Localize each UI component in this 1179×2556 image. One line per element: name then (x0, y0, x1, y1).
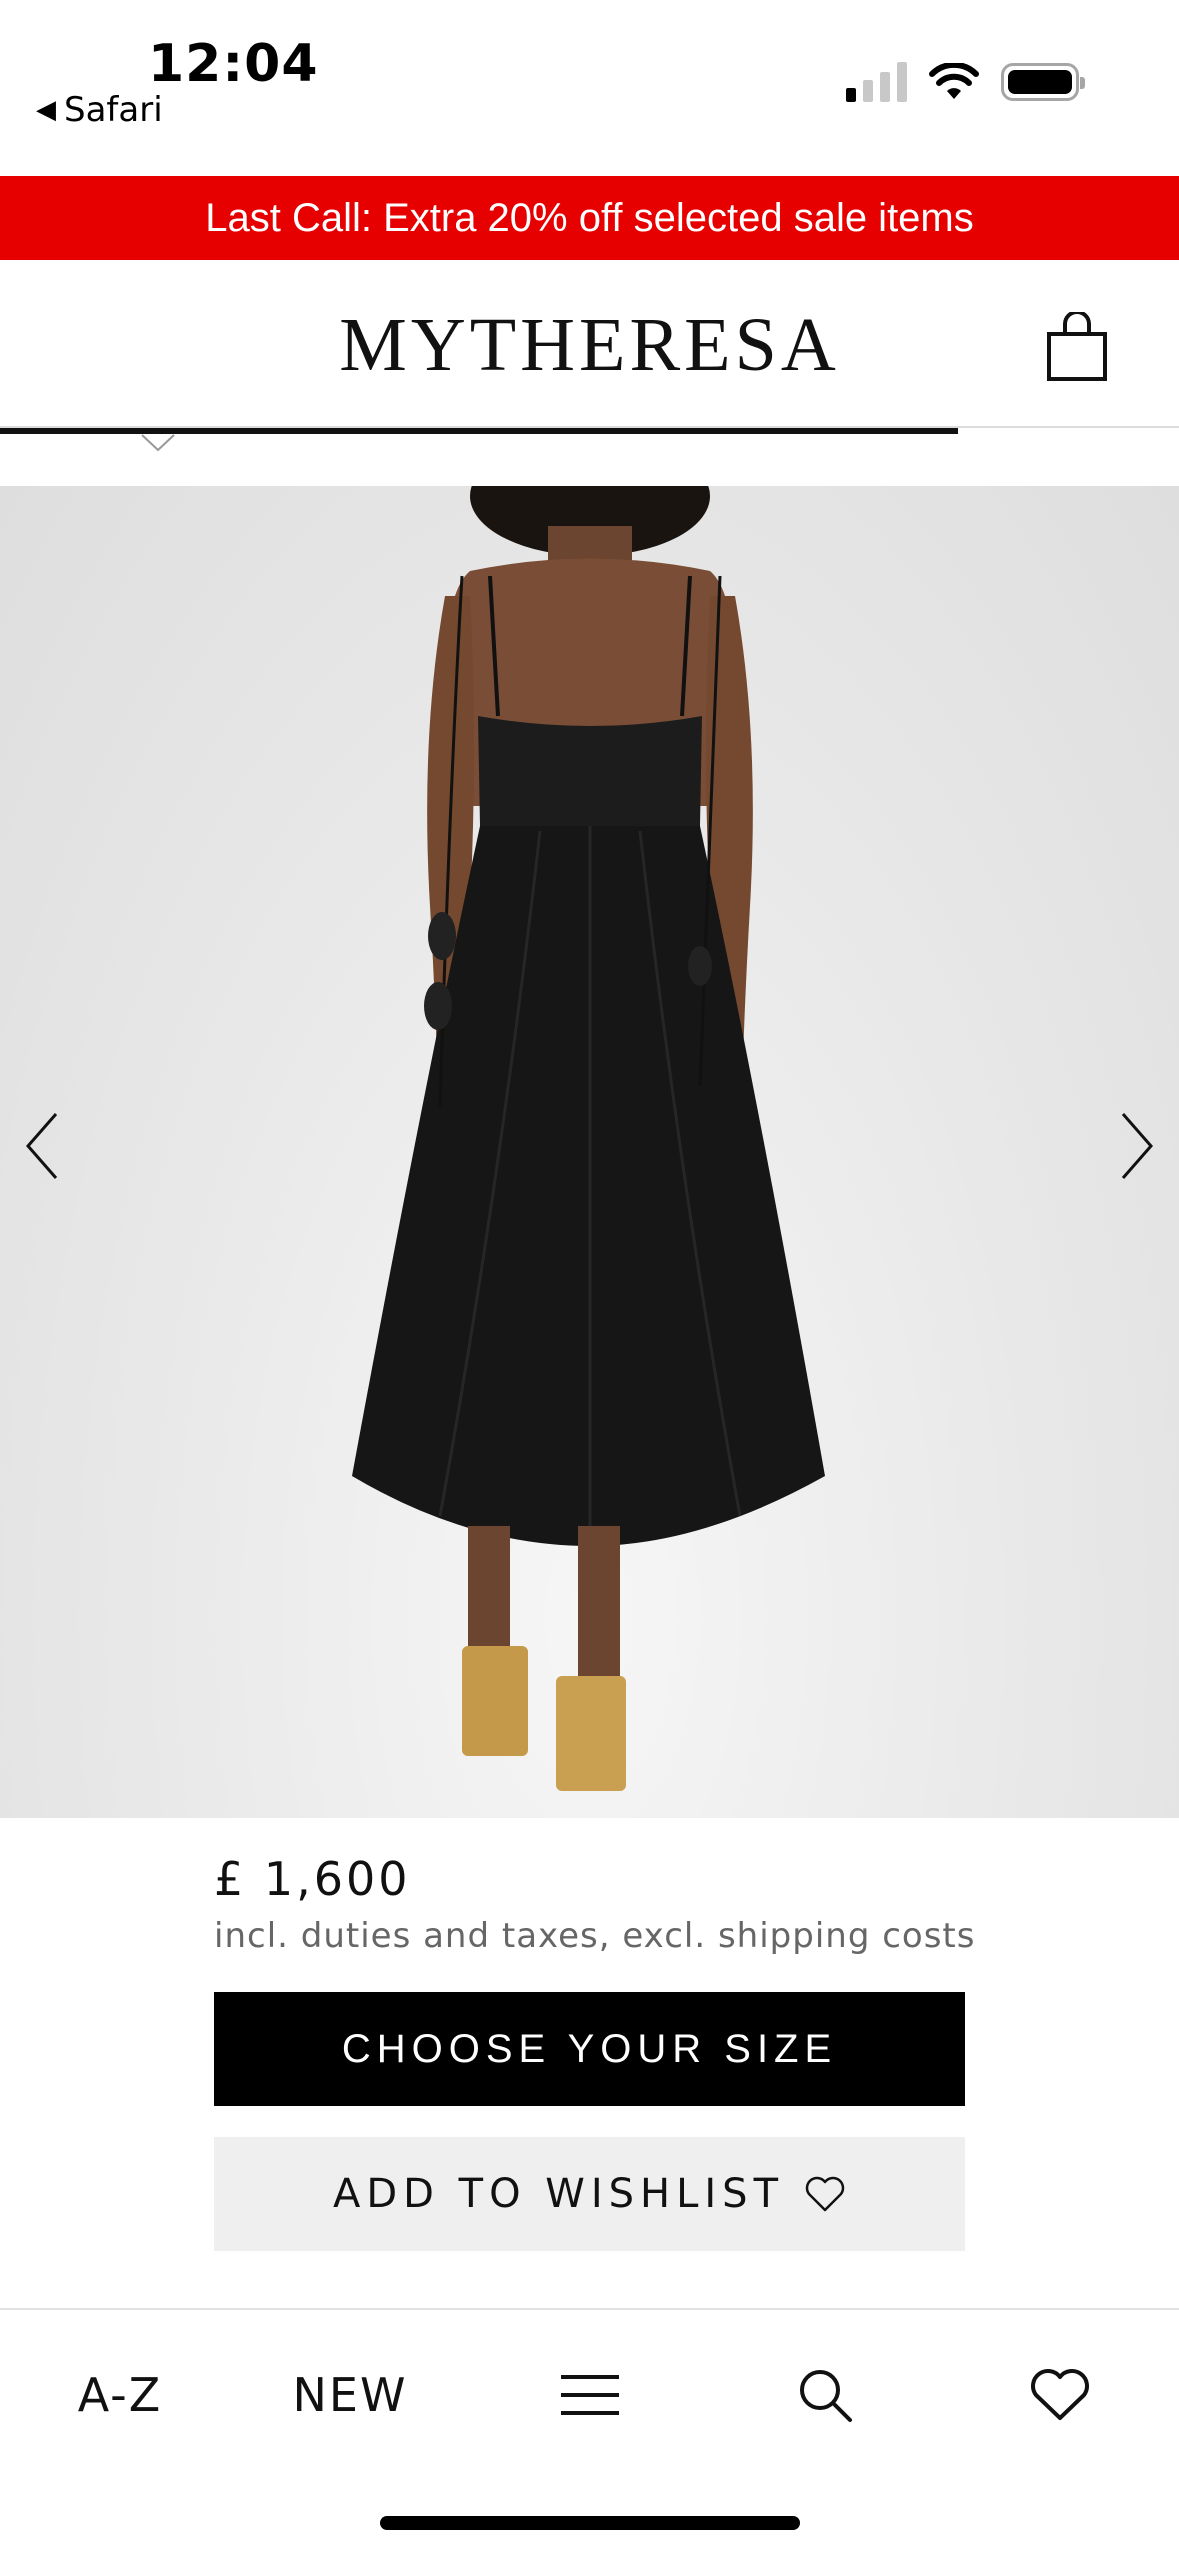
home-indicator[interactable] (380, 2516, 800, 2530)
product-image[interactable] (0, 486, 1179, 1818)
nav-menu[interactable] (550, 2350, 630, 2440)
menu-icon (561, 2375, 619, 2415)
search-icon (800, 2370, 852, 2422)
nav-wishlist[interactable] (1020, 2350, 1100, 2440)
promo-banner[interactable]: Last Call: Extra 20% off selected sale i… (0, 176, 1179, 260)
price-note: incl. duties and taxes, excl. shipping c… (214, 1916, 976, 1956)
chevron-left-icon[interactable] (16, 1106, 76, 1186)
dress-model-photo (352, 486, 825, 1791)
mytheresa-logo[interactable]: MYTHERESA (0, 302, 1179, 389)
product-price: £ 1,600 (214, 1852, 411, 1906)
status-time: 12:04 (148, 34, 319, 94)
shopping-bag-icon[interactable] (1046, 312, 1108, 382)
nav-new-label: NEW (292, 2368, 408, 2422)
wishlist-icon (1031, 2369, 1089, 2420)
back-triangle-icon: ◀ (36, 95, 56, 125)
chevron-right-icon[interactable] (1103, 1106, 1163, 1186)
caret-down-icon (141, 434, 175, 452)
nav-a-z[interactable]: A-Z (70, 2350, 170, 2440)
choose-size-button[interactable]: CHOOSE YOUR SIZE (214, 1992, 965, 2106)
wishlist-button-label: ADD TO WISHLIST (332, 2171, 785, 2217)
back-to-safari[interactable]: ◀ Safari (36, 90, 163, 130)
battery-icon (1001, 63, 1085, 101)
status-icons (846, 62, 1085, 102)
back-app-label: Safari (64, 90, 163, 130)
site-header: MYTHERESA (0, 260, 1179, 428)
status-bar: 12:04 ◀ Safari (0, 0, 1179, 176)
nav-new[interactable]: NEW (290, 2350, 410, 2440)
cellular-signal-icon (846, 62, 907, 102)
wifi-icon (929, 63, 979, 99)
add-to-wishlist-button[interactable]: ADD TO WISHLIST (214, 2137, 965, 2251)
heart-icon (805, 2176, 845, 2212)
nav-a-z-label: A-Z (77, 2368, 163, 2422)
nav-search[interactable] (790, 2350, 860, 2440)
